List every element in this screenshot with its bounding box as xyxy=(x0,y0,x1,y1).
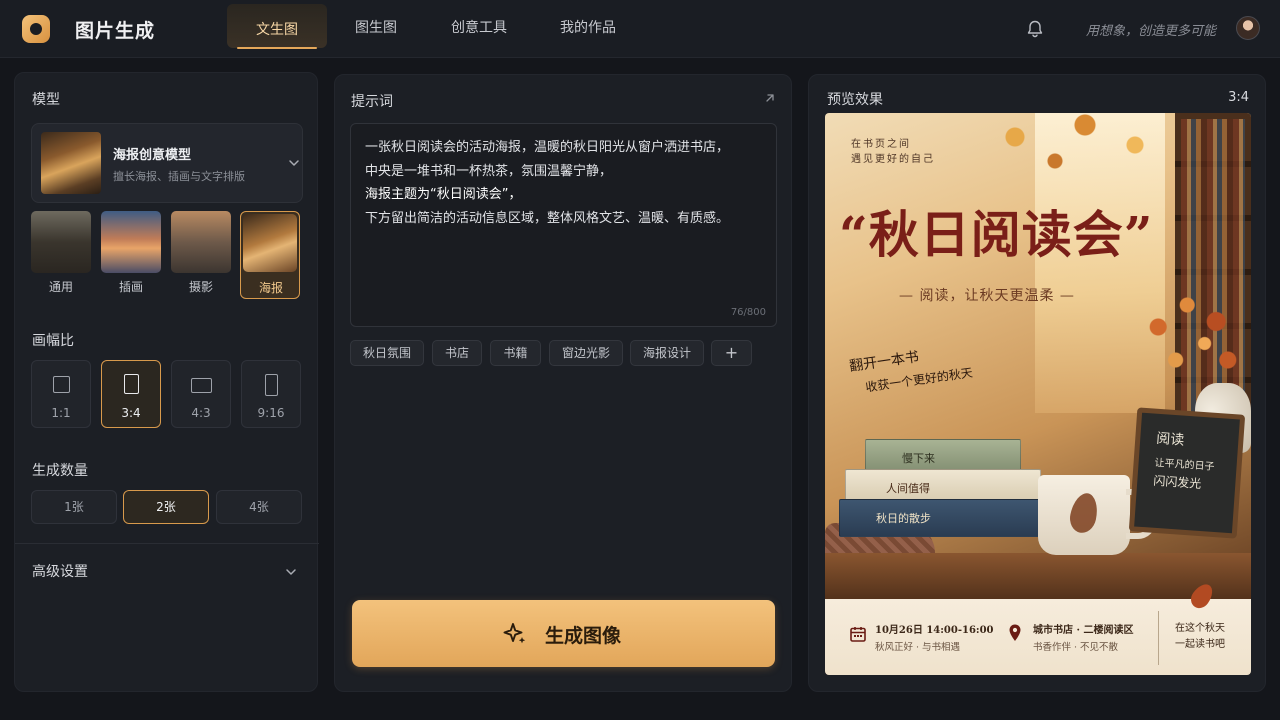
chevron-down-icon[interactable] xyxy=(287,156,301,170)
prompt-line: 中央是一堆书和一杯热茶，氛围温馨宁静， xyxy=(365,163,613,179)
count-section-label: 生成数量 xyxy=(32,463,88,479)
prompt-tag[interactable]: 书店 xyxy=(432,340,482,366)
chalk-text: 让平凡的日子 xyxy=(1154,457,1215,473)
footer-divider xyxy=(1158,611,1159,665)
style-option-photography[interactable]: 摄影 xyxy=(171,211,231,299)
prompt-line: 海报主题为“秋日阅读会”， xyxy=(365,187,522,202)
user-avatar[interactable] xyxy=(1236,16,1260,40)
tab-image-to-image[interactable]: 图生图 xyxy=(338,0,414,48)
add-tag-button[interactable]: + xyxy=(711,340,752,366)
sparkle-icon xyxy=(503,623,526,644)
prompt-tag[interactable]: 秋日氛围 xyxy=(350,340,424,366)
book-label: 慢下来 xyxy=(902,452,935,465)
style-thumbnail xyxy=(171,211,231,273)
style-label: 通用 xyxy=(48,280,73,294)
model-description: 擅长海报、插画与文字排版 xyxy=(113,170,245,183)
ratio-option-4-3[interactable]: 4:3 xyxy=(171,360,231,428)
book-label: 人间值得 xyxy=(886,482,930,495)
poster-book: 秋日的散步 xyxy=(839,499,1043,537)
bell-icon[interactable] xyxy=(1025,19,1045,39)
generate-button[interactable]: 生成图像 xyxy=(352,600,775,667)
app-logo-icon[interactable] xyxy=(22,15,50,43)
poster-leaves xyxy=(975,113,1175,193)
tab-creative-tools[interactable]: 创意工具 xyxy=(438,0,520,48)
style-option-poster[interactable]: 海报 xyxy=(240,211,300,299)
style-option-illustration[interactable]: 插画 xyxy=(101,211,161,299)
prompt-tag[interactable]: 海报设计 xyxy=(630,340,704,366)
ratio-section-label: 画幅比 xyxy=(32,333,74,349)
poster-subtitle: — 阅读，让秋天更温柔 — xyxy=(899,288,1075,304)
count-option-2[interactable]: 2张 xyxy=(123,490,209,524)
event-date: 10月26日 14:00-16:00 xyxy=(875,625,994,636)
expand-icon[interactable] xyxy=(763,91,777,105)
style-label: 海报 xyxy=(258,281,283,295)
poster-chalkboard: 阅读 让平凡的日子 闪闪发光 xyxy=(1128,407,1246,539)
poster-autumn-branch xyxy=(1135,283,1251,393)
generate-button-label: 生成图像 xyxy=(545,625,622,647)
slogan-text: 用想象，创造更多可能 xyxy=(1086,24,1217,39)
mug-leaf-pattern xyxy=(1067,490,1101,536)
event-date-sub: 秋风正好 · 与书相遇 xyxy=(875,642,961,653)
ratio-option-1-1[interactable]: 1:1 xyxy=(31,360,91,428)
poster-info-footer: 10月26日 14:00-16:00 秋风正好 · 与书相遇 城市书店 · 二楼… xyxy=(825,599,1251,675)
prompt-tag[interactable]: 窗边光影 xyxy=(549,340,623,366)
calendar-icon xyxy=(850,627,866,642)
tab-text-to-image[interactable]: 文生图 xyxy=(227,4,327,49)
landscape-ratio-icon xyxy=(191,378,212,393)
book-label: 秋日的散步 xyxy=(876,512,931,525)
prompt-panel: 提示词 一张秋日阅读会的活动海报，温暖的秋日阳光从窗户洒进书店， 中央是一堆书和… xyxy=(334,74,792,692)
chalk-text: 阅读 xyxy=(1155,430,1185,449)
ratio-label: 1:1 xyxy=(51,406,71,420)
ratio-label: 9:16 xyxy=(257,406,285,420)
poster-small-text: 在书页之间 xyxy=(851,139,911,150)
location-pin-icon xyxy=(1009,624,1021,641)
tab-my-works[interactable]: 我的作品 xyxy=(547,0,629,48)
style-label: 插画 xyxy=(118,280,143,294)
model-thumbnail xyxy=(41,132,101,194)
prompt-section-label: 提示词 xyxy=(351,94,393,110)
preview-panel: 预览效果 3:4 在书页之间 遇见更好的自己 “秋日阅读会” — 阅读，让秋天更… xyxy=(808,74,1266,692)
settings-panel: 模型 海报创意模型 擅长海报、插画与文字排版 通用 插画 摄影 海报 画幅比 1… xyxy=(14,72,319,692)
ratio-option-9-16[interactable]: 9:16 xyxy=(241,360,301,428)
prompt-line: 下方留出简洁的活动信息区域，整体风格文艺、温暖、有质感。 xyxy=(365,210,730,226)
event-place-sub: 书香作伴 · 不见不散 xyxy=(1033,642,1119,653)
footer-slogan: 在这个秋天 xyxy=(1175,623,1225,634)
divider xyxy=(15,543,319,544)
style-label: 摄影 xyxy=(188,280,213,294)
chalk-text: 闪闪发光 xyxy=(1152,473,1202,492)
tall-ratio-icon xyxy=(265,374,278,396)
preview-section-label: 预览效果 xyxy=(827,92,883,108)
style-thumbnail xyxy=(243,214,297,272)
prompt-line: 一张秋日阅读会的活动海报，温暖的秋日阳光从窗户洒进书店， xyxy=(365,140,730,155)
preview-ratio: 3:4 xyxy=(1228,90,1249,105)
poster-table xyxy=(825,553,1251,605)
ratio-option-3-4[interactable]: 3:4 xyxy=(101,360,161,428)
poster-title: “秋日阅读会” xyxy=(839,205,1154,264)
char-counter: 76/800 xyxy=(730,307,766,318)
model-name: 海报创意模型 xyxy=(113,148,192,163)
style-thumbnail xyxy=(101,211,161,273)
prompt-textarea[interactable]: 一张秋日阅读会的活动海报，温暖的秋日阳光从窗户洒进书店， 中央是一堆书和一杯热茶… xyxy=(350,123,777,327)
poster-mug xyxy=(1038,475,1156,555)
app-title: 图片生成 xyxy=(75,20,156,42)
top-nav-bar: 图片生成 文生图 图生图 创意工具 我的作品 用想象，创造更多可能 xyxy=(0,0,1280,58)
prompt-tag[interactable]: 书籍 xyxy=(490,340,541,366)
poster-small-text: 遇见更好的自己 xyxy=(851,154,935,165)
ratio-label: 3:4 xyxy=(121,406,141,420)
footer-slogan: 一起读书吧 xyxy=(1175,639,1225,650)
model-selector[interactable]: 海报创意模型 擅长海报、插画与文字排版 xyxy=(31,123,303,203)
ratio-label: 4:3 xyxy=(191,406,211,420)
model-section-label: 模型 xyxy=(32,92,60,108)
square-ratio-icon xyxy=(53,376,70,393)
style-thumbnail xyxy=(31,211,91,273)
prompt-text: 一张秋日阅读会的活动海报，温暖的秋日阳光从窗户洒进书店， 中央是一堆书和一杯热茶… xyxy=(365,136,765,230)
count-option-4[interactable]: 4张 xyxy=(216,490,302,524)
portrait-ratio-icon xyxy=(124,374,139,394)
poster-preview-image[interactable]: 在书页之间 遇见更好的自己 “秋日阅读会” — 阅读，让秋天更温柔 — 翻开一本… xyxy=(825,113,1251,675)
chevron-down-icon[interactable] xyxy=(284,565,298,579)
event-place: 城市书店 · 二楼阅读区 xyxy=(1033,625,1134,636)
count-option-1[interactable]: 1张 xyxy=(31,490,117,524)
style-option-general[interactable]: 通用 xyxy=(31,211,91,299)
advanced-settings-label[interactable]: 高级设置 xyxy=(32,561,88,581)
